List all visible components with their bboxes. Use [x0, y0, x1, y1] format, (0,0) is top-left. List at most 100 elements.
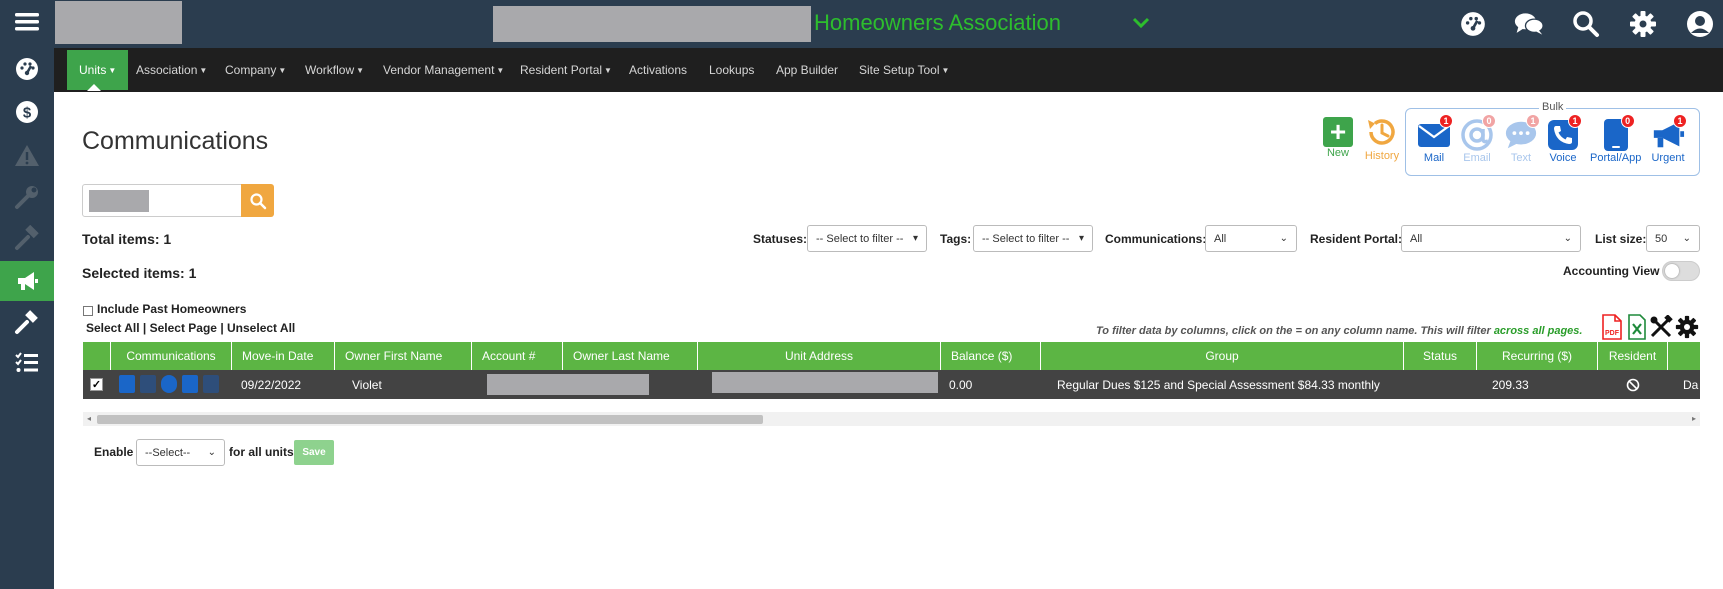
save-button[interactable]: Save	[294, 440, 334, 465]
main-menu: Units ▼ Association ▼ Company ▼ Workflow ▼ V…	[54, 48, 1723, 92]
phone-icon[interactable]	[182, 375, 198, 393]
settings-gear-icon[interactable]	[1675, 314, 1699, 340]
bulk-mail-button[interactable]: 1 Mail	[1417, 114, 1453, 164]
bulk-urgent-button[interactable]: 1 Urgent	[1651, 114, 1687, 164]
chat-icon[interactable]	[1514, 9, 1544, 39]
communications-filter[interactable]: All ⌄	[1205, 225, 1297, 252]
user-icon[interactable]	[1685, 9, 1715, 39]
column-header-resident[interactable]: Resident	[1598, 342, 1668, 370]
menu-resident-portal[interactable]: Resident Portal ▼	[520, 48, 612, 92]
dashboard-icon[interactable]	[0, 49, 54, 89]
at-sign-icon[interactable]	[140, 375, 156, 393]
enable-label: Enable	[94, 445, 134, 459]
chevron-down-icon: ⌄	[207, 447, 216, 458]
bulk-text-button[interactable]: 1 Text	[1504, 114, 1540, 164]
horizontal-scrollbar[interactable]: ◂ ▸	[83, 412, 1700, 426]
column-header-owner-last-name[interactable]: Owner Last Name	[563, 342, 698, 370]
communication-icons	[119, 375, 219, 393]
cell-unit-address-redacted	[712, 372, 938, 393]
gear-icon[interactable]	[1628, 9, 1658, 39]
scrollbar-thumb[interactable]	[97, 415, 763, 424]
search-button[interactable]	[241, 184, 274, 217]
table-row[interactable]: ✓ 09/22/2022 Violet 0.00 Regular Dues $1…	[83, 370, 1700, 399]
wrench-icon[interactable]	[0, 177, 54, 217]
column-header-balance[interactable]: Balance ($)	[941, 342, 1041, 370]
checklist-icon[interactable]	[0, 343, 54, 383]
chevron-down-icon: ⌄	[1279, 233, 1288, 244]
tags-filter[interactable]: -- Select to filter -- ▾	[973, 225, 1093, 252]
column-header-recurring[interactable]: Recurring ($)	[1477, 342, 1598, 370]
resident-portal-filter[interactable]: All ⌄	[1401, 225, 1581, 252]
new-label: New	[1326, 147, 1349, 159]
text-message-icon[interactable]	[161, 375, 177, 393]
mail-icon[interactable]	[119, 375, 135, 393]
menu-association[interactable]: Association ▼	[136, 48, 207, 92]
include-past-checkbox[interactable]	[83, 306, 93, 316]
association-title[interactable]: Homeowners Association	[814, 10, 1061, 36]
urgent-label: Urgent	[1651, 152, 1685, 164]
bulk-email-button[interactable]: 0 Email	[1460, 114, 1496, 164]
caret-icon: ▼	[278, 65, 287, 75]
caret-icon: ▼	[356, 65, 365, 75]
column-header-status[interactable]: Status	[1404, 342, 1477, 370]
mobile-phone-icon[interactable]	[203, 375, 219, 393]
megaphone-icon[interactable]	[0, 261, 54, 301]
association-search[interactable]	[493, 6, 811, 42]
list-size-label: List size:	[1595, 232, 1647, 246]
history-button[interactable]: History	[1364, 114, 1400, 162]
menu-activations[interactable]: Activations	[629, 48, 687, 92]
cell-balance: 0.00	[949, 377, 973, 392]
new-button[interactable]: + New	[1323, 117, 1353, 159]
chevron-down-icon[interactable]	[1132, 16, 1150, 34]
column-header-account[interactable]: Account #	[472, 342, 563, 370]
bulk-portal-app-button[interactable]: 0 Portal/App	[1590, 114, 1641, 164]
row-checkbox[interactable]: ✓	[90, 378, 103, 391]
enable-select-value: --Select--	[145, 446, 191, 459]
enable-select[interactable]: --Select-- ⌄	[136, 439, 225, 466]
menu-icon[interactable]	[0, 2, 54, 42]
search-input[interactable]	[82, 184, 242, 217]
selected-items: Selected items: 1	[82, 265, 197, 281]
menu-app-builder[interactable]: App Builder	[776, 48, 838, 92]
statuses-filter[interactable]: -- Select to filter -- ▾	[807, 225, 927, 252]
filter-hint-emphasis: across all pages.	[1493, 325, 1583, 337]
warning-icon[interactable]	[0, 136, 54, 176]
hammer-icon[interactable]	[0, 218, 54, 258]
column-header-extra[interactable]	[1668, 342, 1700, 370]
excel-export-icon[interactable]	[1625, 314, 1649, 340]
tools-icon[interactable]	[1649, 314, 1673, 340]
column-header-unit-address[interactable]: Unit Address	[698, 342, 941, 370]
accounting-view-toggle[interactable]	[1662, 261, 1700, 281]
column-header-communications[interactable]: Communications	[111, 342, 232, 370]
units-table: Communications Move-in Date Owner First …	[83, 342, 1700, 400]
caret-icon: ▼	[604, 65, 612, 75]
menu-site-setup-tool[interactable]: Site Setup Tool ▼	[859, 48, 949, 92]
select-all-link[interactable]: Select All	[86, 321, 140, 335]
scroll-left-icon[interactable]: ◂	[87, 412, 91, 426]
resident-portal-value: All	[1410, 232, 1423, 245]
dollar-icon[interactable]: $	[0, 92, 54, 132]
caret-icon: ▼	[496, 65, 505, 75]
menu-company[interactable]: Company ▼	[225, 48, 286, 92]
menu-workflow[interactable]: Workflow ▼	[305, 48, 364, 92]
search-icon[interactable]	[1571, 9, 1601, 39]
column-header-group[interactable]: Group	[1041, 342, 1404, 370]
menu-vendor-management[interactable]: Vendor Management ▼	[383, 48, 504, 92]
scroll-right-icon[interactable]: ▸	[1692, 412, 1696, 426]
unselect-all-link[interactable]: Unselect All	[227, 321, 295, 335]
menu-lookups[interactable]: Lookups	[709, 48, 754, 92]
bulk-voice-button[interactable]: 1 Voice	[1546, 114, 1582, 164]
resident-blocked-icon	[1626, 370, 1640, 399]
cell-owner-first-name: Violet	[352, 377, 382, 392]
column-header-move-in-date[interactable]: Move-in Date	[232, 342, 335, 370]
list-size-select[interactable]: 50 ⌄	[1646, 225, 1700, 252]
select-page-link[interactable]: Select Page	[150, 321, 217, 335]
pdf-export-icon[interactable]: PDF	[1600, 314, 1624, 340]
column-header-select[interactable]	[83, 342, 111, 370]
dashboard-icon[interactable]	[1458, 9, 1488, 39]
gavel-icon[interactable]	[0, 302, 54, 342]
tags-label: Tags:	[940, 232, 972, 246]
logo[interactable]	[55, 1, 182, 44]
menu-units[interactable]: Units ▼	[67, 50, 129, 91]
column-header-owner-first-name[interactable]: Owner First Name	[335, 342, 472, 370]
